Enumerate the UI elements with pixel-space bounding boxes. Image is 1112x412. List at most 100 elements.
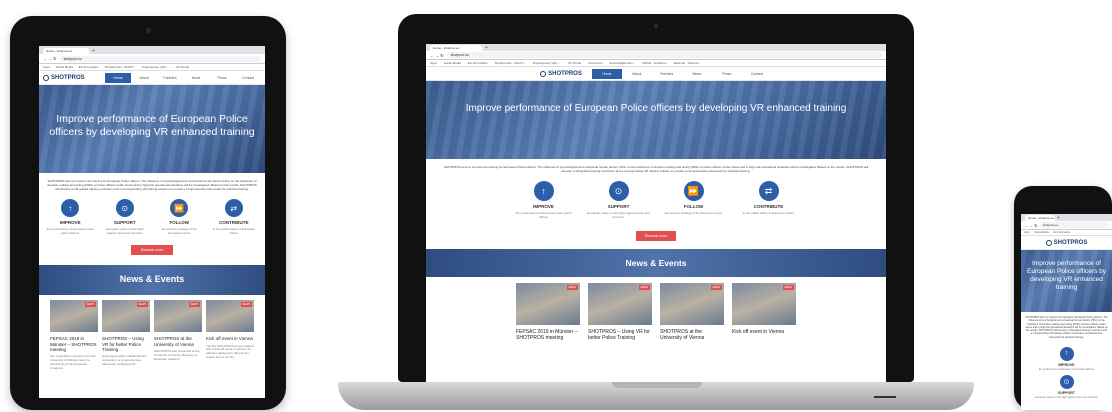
discover-more-button[interactable]: Discover more (636, 231, 676, 242)
browser-chrome: Home - shotpros.eu + (1021, 214, 1112, 221)
bookmark-item[interactable]: NRCid - OneDrive (642, 61, 666, 65)
news-card[interactable]: NEWS SHOTPROS at the University of Vienn… (660, 283, 724, 341)
menu-item-contact[interactable]: Contact (742, 69, 772, 79)
feature-improve: ↑ IMPROVE the performance of European st… (1021, 346, 1112, 371)
site-logo[interactable]: SHOTPROS (43, 74, 85, 81)
news-card[interactable]: NEWS Kick off event in Vienna (732, 283, 796, 341)
bookmark-item[interactable]: EU Information (468, 61, 488, 65)
news-card-title[interactable]: Kick off event in Vienna (732, 329, 796, 335)
bookmark-item[interactable]: Apps (43, 65, 50, 69)
feature-desc: to the public safety of European citizen (742, 211, 795, 216)
bookmark-item[interactable]: Uniprocure (588, 61, 603, 65)
feature-desc: European police in their fight against c… (105, 227, 144, 236)
arrow-up-icon: ↑ (1059, 346, 1074, 361)
news-card[interactable]: NEWS SHOTPROS at the University of Vienn… (154, 300, 202, 371)
news-card[interactable]: NEWS SHOTPROS – Using VR for better Poli… (102, 300, 150, 371)
url-field[interactable]: shotpros.eu (446, 52, 882, 58)
news-card-image: NEWS (732, 283, 796, 326)
bookmark-item[interactable]: Projectgroep (VR) -... (142, 65, 170, 69)
feature-follow: ⏩ FOLLOW the security strategy of the Eu… (152, 199, 207, 235)
feature-title: SUPPORT (1058, 390, 1075, 395)
address-bar: ← → ↻ shotpros.eu (1021, 221, 1112, 230)
feature-support: ⊙ SUPPORT European police in their fight… (1021, 374, 1112, 399)
news-card-image: NEWS (50, 300, 98, 333)
new-tab-button[interactable]: + (1057, 215, 1060, 221)
site-logo[interactable]: SHOTPROS (1045, 239, 1087, 246)
new-tab-button[interactable]: + (92, 48, 95, 54)
browser-chrome: Home - shotpros.eu + (39, 46, 265, 54)
news-card-desc: A European wide multidisciplinary consor… (102, 354, 147, 367)
bookmark-item[interactable]: EU Information (79, 65, 99, 69)
news-card[interactable]: NEWS SHOTPROS – Using VR for better Poli… (588, 283, 652, 341)
news-card-title[interactable]: SHOTPROS at the University of Vienna (154, 336, 202, 347)
bookmark-item[interactable]: Apps (430, 61, 437, 65)
bookmark-item[interactable]: Webmail :: Welcom... (673, 61, 701, 65)
bookmark-item[interactable]: Shotpros EU - SHOTI... (495, 61, 526, 65)
hero-banner: Improve performance of European Police o… (1021, 250, 1112, 312)
bookmark-item[interactable]: Apps (1024, 231, 1030, 234)
news-card-image: NEWS (660, 283, 724, 326)
news-card-title[interactable]: FEPSAC 2019 in Münster – SHOTPROS meetin… (516, 329, 580, 341)
news-card-title[interactable]: SHOTPROS – Using VR for better Police Tr… (588, 329, 652, 341)
features-row: ↑ IMPROVE the performance of European st… (426, 179, 886, 221)
phone-frame: Home - shotpros.eu + ← → ↻ shotpros.eu A… (1014, 186, 1112, 410)
menu-item-home[interactable]: Home (105, 72, 131, 83)
url-field[interactable]: shotpros.eu (1039, 222, 1109, 228)
nav-arrows-icon[interactable]: ← → ↻ (430, 53, 444, 58)
news-card-title[interactable]: FEPSAC 2019 in Münster – SHOTPROS meetin… (50, 336, 98, 352)
news-card[interactable]: NEWS FEPSAC 2019 in Münster – SHOTPROS m… (516, 283, 580, 341)
tablet-camera (146, 28, 151, 33)
menu-item-about[interactable]: About (622, 69, 652, 79)
browser-tab[interactable]: Home - shotpros.eu (430, 45, 482, 51)
menu-item-news[interactable]: News (183, 73, 209, 83)
news-card-desc: The EU SHOTPROS project started with a k… (206, 343, 254, 360)
browser-tab[interactable]: Home - shotpros.eu (1025, 215, 1055, 221)
news-card-title[interactable]: SHOTPROS – Using VR for better Police Tr… (102, 336, 150, 352)
news-card-title[interactable]: Kick off event in Vienna (206, 336, 254, 341)
bookmark-item[interactable]: Social Media (1034, 231, 1048, 234)
menu-item-about[interactable]: About (131, 73, 157, 83)
feature-title: IMPROVE (533, 204, 554, 210)
news-card-title[interactable]: SHOTPROS at the University of Vienna (660, 329, 724, 341)
bookmark-item[interactable]: Shotpros EU - SHOTI... (105, 65, 136, 69)
nav-arrows-icon[interactable]: ← → ↻ (43, 56, 57, 61)
site-nav: SHOTPROS Home About Partners News Press … (426, 67, 886, 81)
discover-more-button[interactable]: Discover more (131, 245, 173, 256)
features-row: ↑ IMPROVE the performance of European st… (39, 197, 265, 237)
logo-mark-icon (540, 70, 547, 77)
url-field[interactable]: shotpros.eu (59, 55, 261, 62)
bookmark-item[interactable]: UU Portal (176, 65, 189, 69)
news-card-image: NEWS (206, 300, 254, 333)
news-card[interactable]: NEWS FEPSAC 2019 in Münster – SHOTPROS m… (50, 300, 98, 371)
news-card[interactable]: NEWS Kick off event in Vienna The EU SHO… (206, 300, 254, 371)
phone-camera (1014, 186, 1018, 190)
bookmark-item[interactable]: Projectgroep (VR) -... (533, 61, 561, 65)
site-logo[interactable]: SHOTPROS (540, 70, 582, 77)
hero-title: Improve performance of European Police o… (465, 103, 847, 114)
menu-item-home[interactable]: Home (591, 68, 622, 79)
news-tag: NEWS (240, 302, 252, 308)
feature-support: ⊙ SUPPORT European police in their fight… (581, 181, 656, 219)
bookmark-item[interactable]: Social Media Tem... (609, 61, 635, 65)
menu-item-contact[interactable]: Contact (235, 73, 261, 83)
bookmark-item[interactable]: EU Information (1053, 231, 1070, 234)
menu-item-news[interactable]: News (682, 69, 712, 79)
browser-chrome: Home - shotpros.eu + (426, 44, 886, 51)
menu-item-press[interactable]: Press (209, 73, 235, 83)
nav-arrows-icon[interactable]: ← → ↻ (1024, 223, 1038, 228)
feature-desc: the performance of European street patro… (1038, 367, 1095, 371)
bookmark-item[interactable]: Social Media (444, 61, 461, 65)
bookmark-item[interactable]: UU Portal (568, 61, 581, 65)
hero-banner: Improve performance of European Police o… (39, 85, 265, 173)
menu-item-press[interactable]: Press (712, 69, 742, 79)
browser-tab[interactable]: Home - shotpros.eu (43, 48, 89, 54)
menu-item-partners[interactable]: Partners (157, 73, 183, 83)
feature-follow: ⏩ FOLLOW the security strategy of the Eu… (656, 181, 731, 219)
logo-text: SHOTPROS (548, 70, 582, 77)
new-tab-button[interactable]: + (485, 45, 488, 51)
menu-item-partners[interactable]: Partners (652, 69, 682, 79)
laptop-screen: Home - shotpros.eu + ← → ↻ shotpros.eu A… (426, 44, 886, 382)
bookmark-item[interactable]: Social Media (56, 65, 73, 69)
target-icon: ⊙ (115, 199, 134, 218)
site-nav: SHOTPROS Home About Partners News Press … (39, 71, 265, 85)
